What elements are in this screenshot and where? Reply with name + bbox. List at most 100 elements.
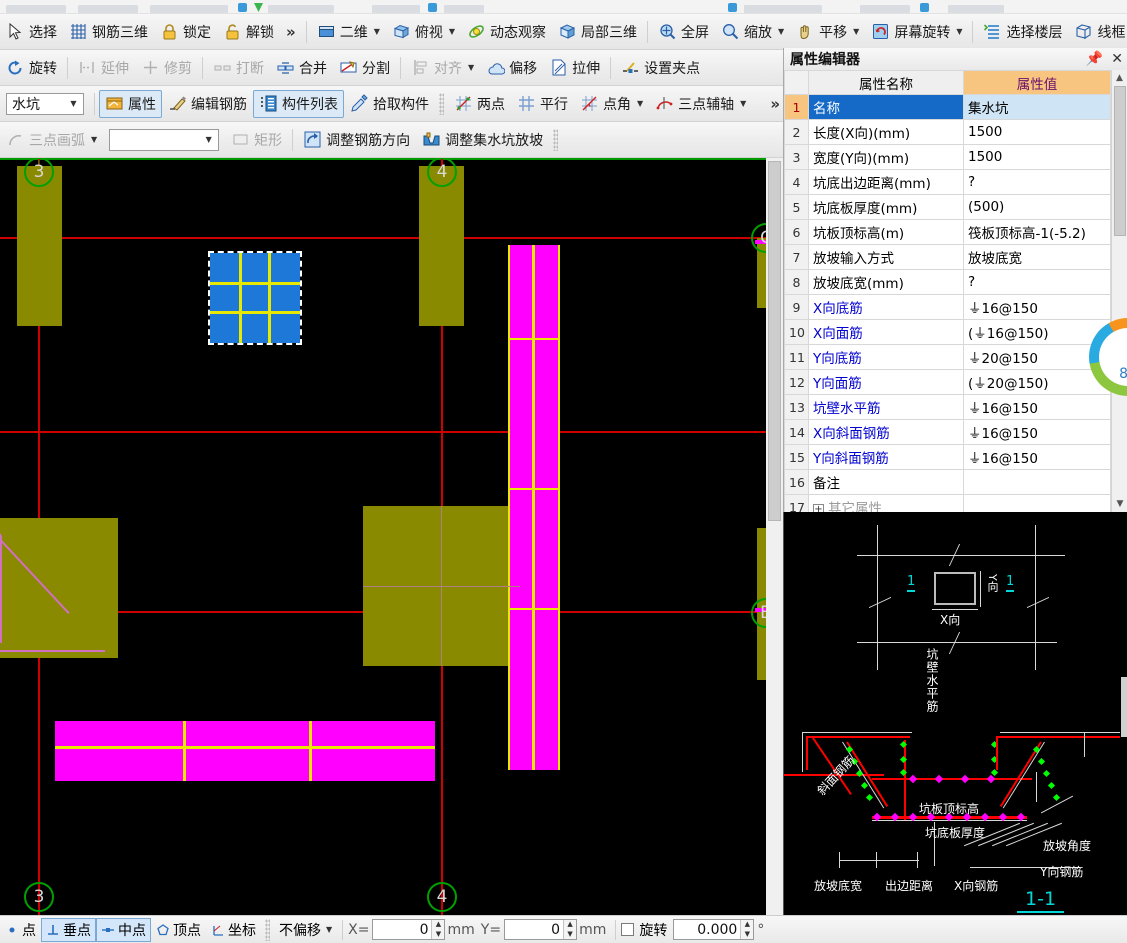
toolbar-button-break[interactable]: 打断 (207, 54, 270, 82)
property-value[interactable]: 1500 (963, 144, 1111, 170)
snap-button-point[interactable]: 点 (0, 918, 41, 942)
toolbar-button-offset[interactable]: 偏移 (480, 54, 543, 82)
snap-button-coordinate[interactable]: 坐标 (206, 918, 261, 942)
toolbar-button-adjust-rebar-direction[interactable]: 调整钢筋方向 (297, 126, 416, 154)
toolbar-button-extend[interactable]: 延伸 (72, 54, 135, 82)
table-row[interactable]: 16 备注 (784, 469, 1111, 495)
table-row[interactable]: 14 X向斜面钢筋 ⏚16@150 (784, 419, 1111, 445)
chevron-down-icon[interactable]: ▼ (201, 130, 216, 150)
table-row[interactable]: 4 坑底出边距离(mm) ? (784, 169, 1111, 195)
axis-marker[interactable]: 4 (427, 158, 457, 187)
property-value[interactable]: (⏚20@150) (963, 369, 1111, 395)
scrollbar-thumb[interactable] (1114, 86, 1126, 236)
table-row[interactable]: 8 放坡底宽(mm) ? (784, 269, 1111, 295)
table-row[interactable]: 1 名称 集水坑 (784, 94, 1111, 120)
toolbar-button-2d-view[interactable]: 二维 ▼ (311, 18, 386, 46)
chevron-down-icon[interactable]: ▼ (468, 63, 474, 72)
close-icon[interactable]: ✕ (1111, 51, 1123, 67)
table-row[interactable]: 15 Y向斜面钢筋 ⏚16@150 (784, 444, 1111, 470)
chevron-down-icon[interactable]: ▼ (91, 135, 97, 144)
table-row[interactable]: 9 X向底筋 ⏚16@150 (784, 294, 1111, 320)
table-row[interactable]: 5 坑底板厚度(mm) (500) (784, 194, 1111, 220)
toolbar-button-trim[interactable]: 修剪 (135, 54, 198, 82)
toolbar-button-select[interactable]: 选择 (0, 18, 63, 46)
toolbar-button-merge[interactable]: 合并 (270, 54, 333, 82)
toolbar-button-fullscreen[interactable]: 全屏 (652, 18, 715, 46)
property-value[interactable]: ? (963, 169, 1111, 195)
structural-column[interactable] (419, 166, 464, 326)
toolbar-button-three-point-arc[interactable]: 三点画弧 ▼ (0, 126, 103, 154)
stepper-down-icon[interactable]: ▼ (564, 930, 576, 940)
property-value[interactable]: ⏚16@150 (963, 444, 1111, 470)
stepper-buttons[interactable]: ▲ ▼ (431, 920, 445, 940)
stepper-up-icon[interactable]: ▲ (741, 920, 753, 930)
selected-sump-pit[interactable] (208, 251, 302, 345)
x-coordinate-stepper[interactable]: ▲▼ (372, 919, 446, 940)
scroll-down-arrow-icon[interactable]: ▼ (1112, 496, 1127, 512)
cad-drawing-canvas[interactable]: 3 4 C B 3 4 (0, 158, 783, 915)
toolbar-button-rectangle[interactable]: 矩形 (225, 126, 288, 154)
table-row[interactable]: 2 长度(X向)(mm) 1500 (784, 119, 1111, 145)
chevron-down-icon[interactable]: ▼ (637, 99, 643, 108)
detail-scrollbar-thumb[interactable] (1121, 677, 1127, 737)
chevron-down-icon[interactable]: ▼ (853, 27, 859, 36)
property-value[interactable]: 1500 (963, 119, 1111, 145)
scrollbar-thumb[interactable] (768, 161, 781, 521)
toolbar-button-rebar-3d[interactable]: 钢筋三维 (63, 18, 154, 46)
property-value[interactable]: ⏚16@150 (963, 419, 1111, 445)
chevron-down-icon[interactable]: ▼ (326, 925, 332, 934)
overflow-chevron-icon[interactable]: » (280, 23, 302, 41)
drag-handle[interactable] (265, 918, 270, 941)
drag-handle[interactable] (553, 128, 559, 151)
slab-band-horizontal[interactable] (55, 721, 435, 781)
toolbar-button-align[interactable]: 对齐 ▼ (405, 54, 480, 82)
property-value[interactable] (963, 469, 1111, 495)
stepper-buttons[interactable]: ▲ ▼ (740, 920, 754, 940)
toolbar-button-point-angle[interactable]: 点角 ▼ (574, 90, 649, 118)
toolbar-button-parallel[interactable]: 平行 (511, 90, 574, 118)
toolbar-button-orbit[interactable]: 动态观察 (461, 18, 552, 46)
rotate-input[interactable] (674, 920, 741, 939)
axis-marker[interactable]: 4 (427, 882, 457, 912)
property-value[interactable]: (500) (963, 194, 1111, 220)
rotate-stepper[interactable]: ▲▼ (673, 919, 755, 940)
rotate-checkbox[interactable] (621, 923, 635, 936)
toolbar-button-lock[interactable]: 锁定 (154, 18, 217, 46)
toolbar-button-wireframe[interactable]: 线框 (1068, 18, 1127, 46)
property-value[interactable]: 集水坑 (963, 94, 1111, 120)
pit-plan-rect[interactable] (934, 572, 976, 605)
y-coordinate-input[interactable] (505, 920, 564, 939)
property-value[interactable]: ? (963, 269, 1111, 295)
sump-pit-detail-drawing[interactable]: X向 Y向 1 1 坑壁水平筋 坑板顶标高 坑底板厚度 放坡角度 Y向钢筋 斜面… (783, 512, 1127, 915)
stepper-down-icon[interactable]: ▼ (741, 930, 753, 940)
toolbar-button-select-floor[interactable]: 选择楼层 (977, 18, 1068, 46)
toolbar-button-grip-point[interactable]: 设置夹点 (615, 54, 706, 82)
toolbar-button-zoom[interactable]: 缩放 ▼ (715, 18, 790, 46)
chevron-down-icon[interactable]: ▼ (778, 27, 784, 36)
draw-style-combo[interactable]: ▼ (109, 128, 220, 151)
snap-button-midpoint[interactable]: 中点 (96, 917, 151, 942)
toolbar-button-adjust-pit-slope[interactable]: 调整集水坑放坡 (416, 126, 549, 154)
component-type-combo[interactable]: 水坑 ▼ (6, 92, 84, 115)
scroll-up-arrow-icon[interactable]: ▲ (1112, 70, 1127, 86)
stepper-buttons[interactable]: ▲ ▼ (563, 920, 577, 940)
chevron-down-icon[interactable]: ▼ (66, 94, 81, 114)
axis-marker[interactable]: 3 (24, 882, 54, 912)
toolbar-button-three-point-axis[interactable]: 三点辅轴 ▼ (649, 90, 752, 118)
table-row[interactable]: 10 X向面筋 (⏚16@150) (784, 319, 1111, 345)
property-value[interactable]: ⏚16@150 (963, 294, 1111, 320)
canvas-vertical-scrollbar[interactable] (766, 158, 783, 915)
y-coordinate-stepper[interactable]: ▲▼ (504, 919, 578, 940)
toolbar-button-pan[interactable]: 平移 ▼ (790, 18, 865, 46)
table-row[interactable]: 12 Y向面筋 (⏚20@150) (784, 369, 1111, 395)
stepper-down-icon[interactable]: ▼ (432, 930, 444, 940)
toolbar-button-edit-rebar[interactable]: 编辑钢筋 (162, 90, 253, 118)
toolbar-button-component-list[interactable]: 构件列表 (253, 89, 344, 118)
table-row[interactable]: 11 Y向底筋 ⏚20@150 (784, 344, 1111, 370)
table-row[interactable]: 7 放坡输入方式 放坡底宽 (784, 244, 1111, 270)
chevron-down-icon[interactable]: ▼ (740, 99, 746, 108)
toolbar-button-properties[interactable]: 属性 (99, 89, 162, 118)
table-row[interactable]: 3 宽度(Y向)(mm) 1500 (784, 144, 1111, 170)
property-value[interactable]: (⏚16@150) (963, 319, 1111, 345)
toolbar-button-stretch[interactable]: 拉伸 (543, 54, 606, 82)
